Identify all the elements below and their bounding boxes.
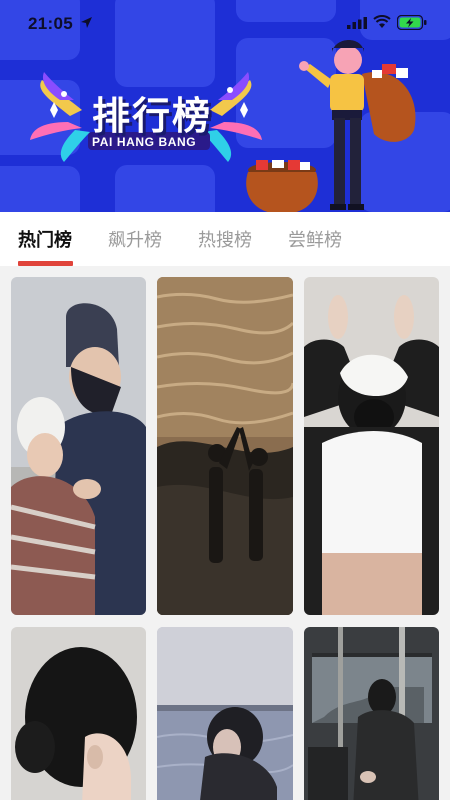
photo-card[interactable] xyxy=(304,277,439,615)
photo-woman-scrunchie xyxy=(304,277,439,615)
location-arrow-icon xyxy=(81,17,92,28)
status-time: 21:05 xyxy=(28,14,73,33)
photo-card[interactable] xyxy=(157,277,293,615)
banner-subtitle: PAI HANG BANG xyxy=(92,135,197,149)
photo-card[interactable] xyxy=(11,277,146,615)
ranking-tabs: 热门榜 飙升榜 热搜榜 尝鲜榜 xyxy=(0,212,450,266)
banner-title: 排行榜 xyxy=(92,94,213,138)
photo-woman-bun xyxy=(11,627,146,800)
wifi-icon xyxy=(373,15,391,28)
photo-person-bus xyxy=(304,627,439,800)
battery-charging-icon xyxy=(397,15,427,30)
person-with-sack-illustration xyxy=(299,40,416,210)
tab-rising[interactable]: 飙升榜 xyxy=(108,226,162,252)
banner-bg-tile xyxy=(0,166,80,212)
tab-hot[interactable]: 热门榜 xyxy=(18,226,72,252)
photo-card[interactable] xyxy=(157,627,293,800)
tab-new[interactable]: 尝鲜榜 xyxy=(288,226,342,252)
photo-woman-seaside xyxy=(157,627,293,800)
photo-grid xyxy=(0,266,450,800)
photo-couple-beach xyxy=(157,277,293,615)
photo-card[interactable] xyxy=(304,627,439,800)
photo-card[interactable] xyxy=(11,627,146,800)
photo-couple-winter xyxy=(11,277,146,615)
status-bar: 21:05 xyxy=(0,0,450,44)
signal-icon xyxy=(347,17,367,29)
tab-hot-search[interactable]: 热搜榜 xyxy=(198,226,252,252)
banner-bg-tile xyxy=(115,165,215,212)
